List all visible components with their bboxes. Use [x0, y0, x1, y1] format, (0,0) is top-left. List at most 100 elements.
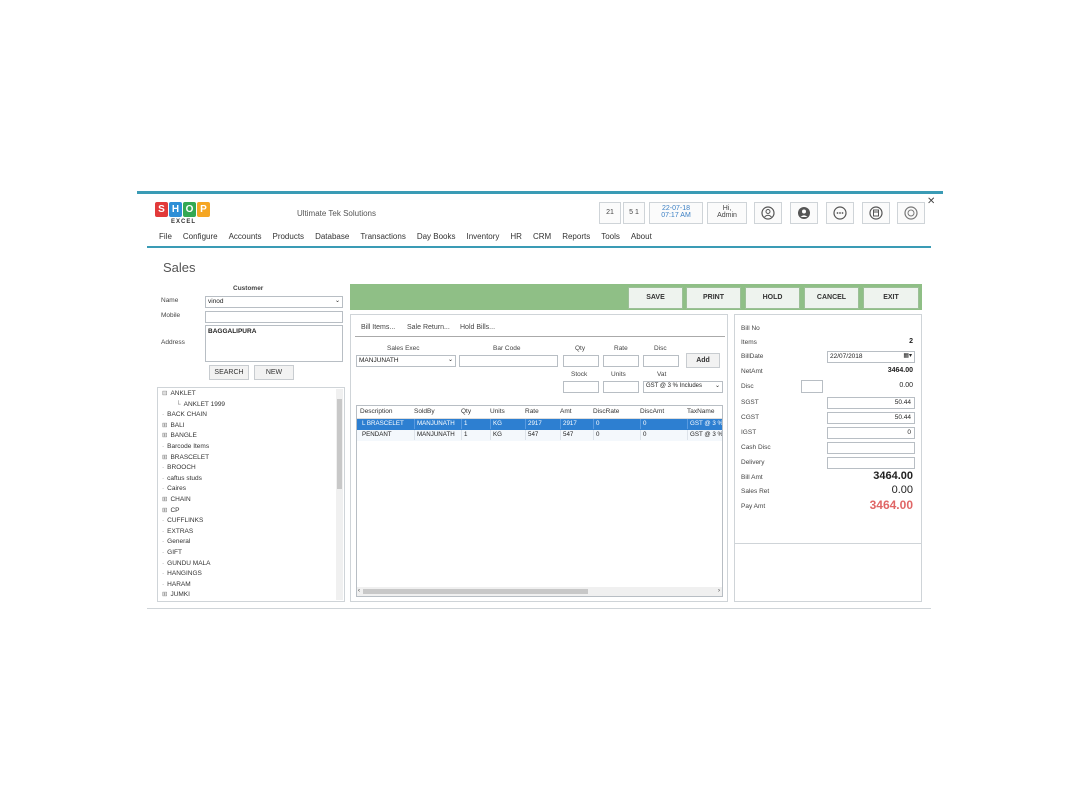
tree-scroll-thumb[interactable]: [337, 399, 342, 489]
stock-input[interactable]: [563, 381, 599, 393]
tree-item[interactable]: · HANGINGS: [162, 569, 202, 579]
cash-disc-field[interactable]: [827, 442, 915, 454]
tree-branch-icon[interactable]: ·: [162, 570, 164, 577]
tab-bill-items[interactable]: Bill Items...: [361, 324, 395, 331]
grid-column-header[interactable]: Units: [490, 408, 505, 415]
grid-hscroll-thumb[interactable]: [363, 589, 588, 594]
tree-item[interactable]: · CUFFLINKS: [162, 516, 203, 526]
mobile-field[interactable]: [205, 311, 343, 323]
power-icon[interactable]: [897, 202, 925, 224]
tree-branch-icon[interactable]: └: [176, 401, 181, 408]
grid-hscrollbar[interactable]: ‹ ›: [357, 587, 722, 596]
tree-branch-icon[interactable]: ·: [162, 517, 164, 524]
tree-item[interactable]: ⊞ JUMKI: [162, 590, 190, 600]
exit-button[interactable]: EXIT: [863, 287, 919, 309]
menu-inventory[interactable]: Inventory: [467, 232, 500, 241]
menu-about[interactable]: About: [631, 232, 652, 241]
expand-icon[interactable]: ⊞: [162, 454, 167, 461]
expand-icon[interactable]: ⊞: [162, 432, 167, 439]
tree-item[interactable]: · General: [162, 537, 190, 547]
cancel-button[interactable]: CANCEL: [804, 287, 859, 309]
chevron-down-icon[interactable]: ⌄: [335, 297, 340, 306]
tree-branch-icon[interactable]: ·: [162, 443, 164, 450]
tree-branch-icon[interactable]: ·: [162, 464, 164, 471]
close-icon[interactable]: ✕: [927, 196, 935, 207]
collapse-icon[interactable]: ⊟: [162, 390, 167, 397]
tree-item[interactable]: ⊞ BRASCELET: [162, 453, 209, 463]
chevron-down-icon[interactable]: ⌄: [714, 382, 720, 391]
menu-crm[interactable]: CRM: [533, 232, 551, 241]
menu-tools[interactable]: Tools: [601, 232, 620, 241]
igst-field[interactable]: 0: [827, 427, 915, 439]
counter-a[interactable]: 21: [599, 202, 621, 224]
expand-icon[interactable]: ⊞: [162, 496, 167, 503]
grid-column-header[interactable]: DiscAmt: [640, 408, 664, 415]
user-circle-icon[interactable]: [754, 202, 782, 224]
sales-exec-select[interactable]: MANJUNATH ⌄: [356, 355, 456, 367]
tree-item[interactable]: · HARAM: [162, 580, 191, 590]
tree-item[interactable]: · Caires: [162, 484, 186, 494]
tree-scrollbar[interactable]: [336, 389, 343, 600]
menu-hr[interactable]: HR: [510, 232, 522, 241]
tab-sale-return[interactable]: Sale Return...: [407, 324, 450, 331]
tree-item[interactable]: · EXTRAS: [162, 527, 193, 537]
name-field[interactable]: vinod ⌄: [205, 296, 343, 308]
rate-input[interactable]: [603, 355, 639, 367]
chevron-down-icon[interactable]: ⌄: [448, 356, 453, 365]
grid-column-header[interactable]: Description: [360, 408, 393, 415]
tree-branch-icon[interactable]: ·: [162, 581, 164, 588]
delivery-field[interactable]: [827, 457, 915, 469]
grid-column-header[interactable]: DiscRate: [593, 408, 619, 415]
menu-day-books[interactable]: Day Books: [417, 232, 456, 241]
expand-icon[interactable]: ⊞: [162, 591, 167, 598]
disc-input[interactable]: [643, 355, 679, 367]
tree-item[interactable]: · GUNDU MALA: [162, 559, 211, 569]
calculator-icon[interactable]: [862, 202, 890, 224]
qty-input[interactable]: [563, 355, 599, 367]
grid-column-header[interactable]: Qty: [461, 408, 471, 415]
user-box[interactable]: Hi, Admin: [707, 202, 747, 224]
grid-column-header[interactable]: Rate: [525, 408, 539, 415]
scroll-right-icon[interactable]: ›: [718, 587, 720, 596]
new-button[interactable]: NEW: [254, 365, 294, 380]
menu-reports[interactable]: Reports: [562, 232, 590, 241]
tree-item[interactable]: ⊞ BANGLE: [162, 431, 197, 441]
barcode-input[interactable]: [459, 355, 558, 367]
counter-b[interactable]: 5 1: [623, 202, 645, 224]
tree-item[interactable]: ⊟ ANKLET: [162, 389, 196, 399]
hold-button[interactable]: HOLD: [745, 287, 800, 309]
cgst-field[interactable]: 50.44: [827, 412, 915, 424]
tree-branch-icon[interactable]: ·: [162, 411, 164, 418]
tree-item[interactable]: · caftus studs: [162, 474, 202, 484]
menu-database[interactable]: Database: [315, 232, 349, 241]
tree-item[interactable]: ⊞ CP: [162, 506, 179, 516]
tree-item[interactable]: · BACK CHAIN: [162, 410, 207, 420]
vat-select[interactable]: GST @ 3 % Includes ⌄: [643, 381, 723, 393]
menu-products[interactable]: Products: [272, 232, 304, 241]
menu-accounts[interactable]: Accounts: [229, 232, 262, 241]
calendar-icon[interactable]: ▦▾: [903, 352, 912, 361]
tree-branch-icon[interactable]: ·: [162, 485, 164, 492]
tree-branch-icon[interactable]: ·: [162, 549, 164, 556]
menu-file[interactable]: File: [159, 232, 172, 241]
tree-item[interactable]: · Barcode Items: [162, 442, 209, 452]
billdate-field[interactable]: 22/07/2018 ▦▾: [827, 351, 915, 363]
table-row[interactable]: PENDANT MANJUNATH 1 KG 547 547 0 0 GST @ 3 %: [357, 430, 722, 441]
tree-branch-icon[interactable]: ·: [162, 475, 164, 482]
sgst-field[interactable]: 50.44: [827, 397, 915, 409]
tree-branch-icon[interactable]: ·: [162, 560, 164, 567]
search-button[interactable]: SEARCH: [209, 365, 249, 380]
tree-item[interactable]: · BROOCH: [162, 463, 196, 473]
scroll-left-icon[interactable]: ‹: [358, 587, 360, 596]
tree-item[interactable]: ⊞ BALI: [162, 421, 185, 431]
save-button[interactable]: SAVE: [628, 287, 683, 309]
menu-configure[interactable]: Configure: [183, 232, 218, 241]
table-row[interactable]: L BRASCELET MANJUNATH 1 KG 2917 2917 0 0 GST @ 3…: [357, 419, 722, 430]
add-button[interactable]: Add: [686, 353, 720, 368]
tree-item[interactable]: ⊞ CHAIN: [162, 495, 191, 505]
address-field[interactable]: BAGGALIPURA: [205, 325, 343, 362]
expand-icon[interactable]: ⊞: [162, 422, 167, 429]
more-icon[interactable]: [826, 202, 854, 224]
person-icon[interactable]: [790, 202, 818, 224]
tree-branch-icon[interactable]: ·: [162, 538, 164, 545]
